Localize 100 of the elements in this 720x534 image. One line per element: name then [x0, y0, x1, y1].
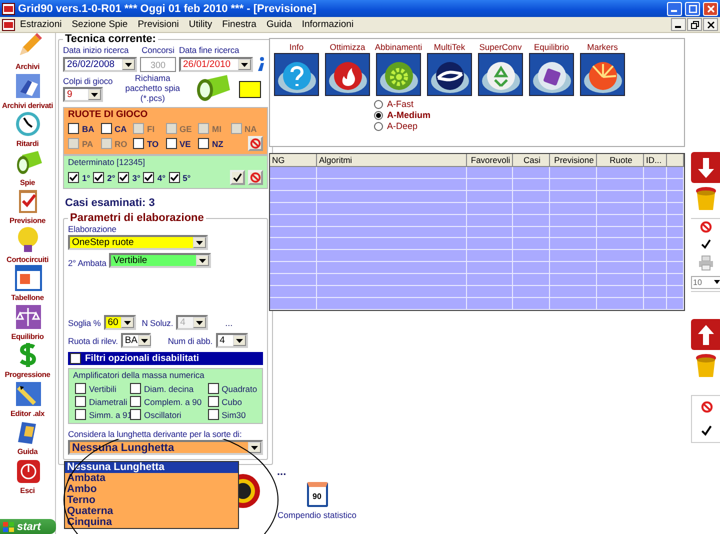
checkbox[interactable] — [70, 353, 81, 364]
page-size-dropdown[interactable]: 10 — [691, 276, 720, 289]
dropdown-option[interactable]: Quaterna — [65, 506, 238, 517]
group-title: Parametri di elaborazione — [69, 212, 205, 224]
date-field[interactable]: 26/02/2008 — [63, 57, 137, 72]
close-button[interactable] — [703, 18, 718, 31]
clear-button[interactable] — [700, 401, 712, 414]
column-header[interactable]: ID... — [644, 154, 667, 167]
radio-button[interactable] — [374, 122, 383, 130]
checkbox[interactable] — [68, 172, 79, 183]
tool-button[interactable] — [478, 53, 523, 96]
checkbox[interactable] — [130, 383, 141, 394]
column-header[interactable]: Previsione — [550, 154, 597, 167]
dropdown[interactable]: OneStep ruote — [68, 235, 208, 250]
windows-flag-icon — [3, 522, 14, 532]
tool-button[interactable] — [529, 53, 574, 96]
menu-item[interactable]: Sezione Spie — [66, 19, 133, 30]
restore-button[interactable] — [687, 18, 702, 31]
color-swatch[interactable] — [238, 80, 261, 98]
confirm-button[interactable] — [700, 424, 713, 437]
info-icon[interactable] — [256, 56, 266, 72]
checkbox[interactable] — [208, 409, 219, 420]
tool-button[interactable] — [580, 53, 625, 96]
up-arrow-icon — [698, 324, 714, 344]
checkbox-label: Sim30 — [222, 410, 246, 420]
column-header[interactable]: Favorevoli — [467, 154, 513, 167]
checkbox[interactable] — [75, 396, 86, 407]
checkbox[interactable] — [130, 409, 141, 420]
compendium-button[interactable]: 90 Compendio statistico — [277, 482, 357, 520]
menu-item[interactable]: Guida — [261, 19, 297, 30]
clear-button[interactable] — [700, 221, 712, 234]
column-header[interactable]: Ruote — [597, 154, 644, 167]
dropdown[interactable]: 60 — [104, 315, 136, 330]
caret-icon — [714, 280, 720, 284]
checkbox-label: PA — [82, 138, 94, 148]
checkbox[interactable] — [93, 172, 104, 183]
tool-button[interactable] — [427, 53, 472, 96]
field-label: Soglia % — [68, 318, 101, 328]
checkbox[interactable] — [208, 396, 219, 407]
confirm-button[interactable] — [700, 238, 712, 250]
checkbox[interactable] — [118, 172, 130, 183]
menu-item[interactable]: Utility — [184, 19, 218, 30]
checkbox[interactable] — [166, 138, 176, 149]
maximize-button[interactable] — [685, 2, 700, 16]
tool-button[interactable] — [376, 53, 421, 96]
checkbox[interactable] — [130, 396, 141, 407]
radio-button[interactable] — [374, 110, 383, 120]
checkbox-label: Quadrato — [222, 384, 258, 394]
checkbox[interactable] — [208, 383, 219, 394]
checkbox[interactable] — [143, 172, 154, 183]
radio-button[interactable] — [374, 100, 383, 108]
up-arrow-button[interactable] — [690, 319, 720, 350]
cases-count: Casi esaminati: 3 — [65, 197, 156, 209]
column-header[interactable]: NG — [270, 154, 317, 167]
down-arrow-button[interactable] — [690, 152, 720, 183]
checkbox-label: TO — [147, 138, 159, 148]
tool-button[interactable] — [325, 53, 370, 96]
column-header[interactable]: Casi — [513, 154, 550, 167]
window-title: Grid90 vers.1-0-R01 *** Oggi 01 feb 2010 *** - [Previsione] — [18, 2, 318, 14]
minimize-button[interactable] — [671, 18, 686, 31]
checkbox[interactable] — [100, 123, 112, 134]
bucket-icon — [694, 186, 718, 212]
number-dropdown[interactable]: 9 — [63, 87, 103, 102]
bucket-button[interactable] — [694, 186, 718, 212]
restore-icon — [690, 20, 698, 28]
menu-item[interactable]: Informazioni — [296, 19, 359, 30]
dropdown[interactable]: Vertibile — [109, 253, 212, 268]
dropdown-option[interactable]: Terno — [65, 495, 238, 506]
calendar-badge: 90 — [306, 482, 328, 507]
menu-item[interactable]: Estrazioni — [15, 19, 67, 30]
tool-label: Ottimizza — [330, 42, 366, 52]
dropdown[interactable]: BA — [120, 333, 151, 348]
tool-button[interactable] — [274, 53, 319, 96]
bucket-button[interactable] — [694, 353, 718, 379]
field-label: Elaborazione — [68, 224, 118, 234]
select-all-button[interactable] — [230, 170, 245, 185]
checkbox[interactable] — [133, 138, 144, 149]
date-field[interactable]: 26/01/2010 — [179, 57, 253, 72]
checkbox[interactable] — [168, 172, 180, 183]
dropdown-option[interactable]: Ambo — [65, 484, 238, 495]
tool-label: SuperConv — [479, 42, 522, 52]
checkbox[interactable] — [68, 123, 79, 134]
bucket-icon — [694, 353, 718, 379]
checkbox[interactable] — [198, 138, 209, 149]
column-header[interactable] — [667, 154, 684, 167]
checkbox-label: Diametrali — [89, 396, 128, 406]
tool-label: Equilibrio — [534, 42, 569, 52]
checkbox[interactable] — [75, 383, 86, 394]
field-label: Considera la lunghetta derivante per la sorte di: — [68, 429, 242, 439]
checkbox-label: 1° — [82, 172, 90, 182]
tool-label: Info — [289, 42, 304, 52]
radio-label: A-Deep — [387, 121, 418, 131]
start-button[interactable]: start — [0, 519, 56, 534]
checkbox[interactable] — [75, 409, 86, 420]
radio-label: A-Fast — [387, 99, 414, 109]
dropdown[interactable]: 4 — [216, 333, 248, 348]
column-header[interactable]: Algoritmi — [317, 154, 467, 167]
menu-item[interactable]: Finestra — [217, 19, 262, 30]
menu-item[interactable]: Previsioni — [132, 19, 184, 30]
tool-label: MultiTek — [434, 42, 466, 52]
